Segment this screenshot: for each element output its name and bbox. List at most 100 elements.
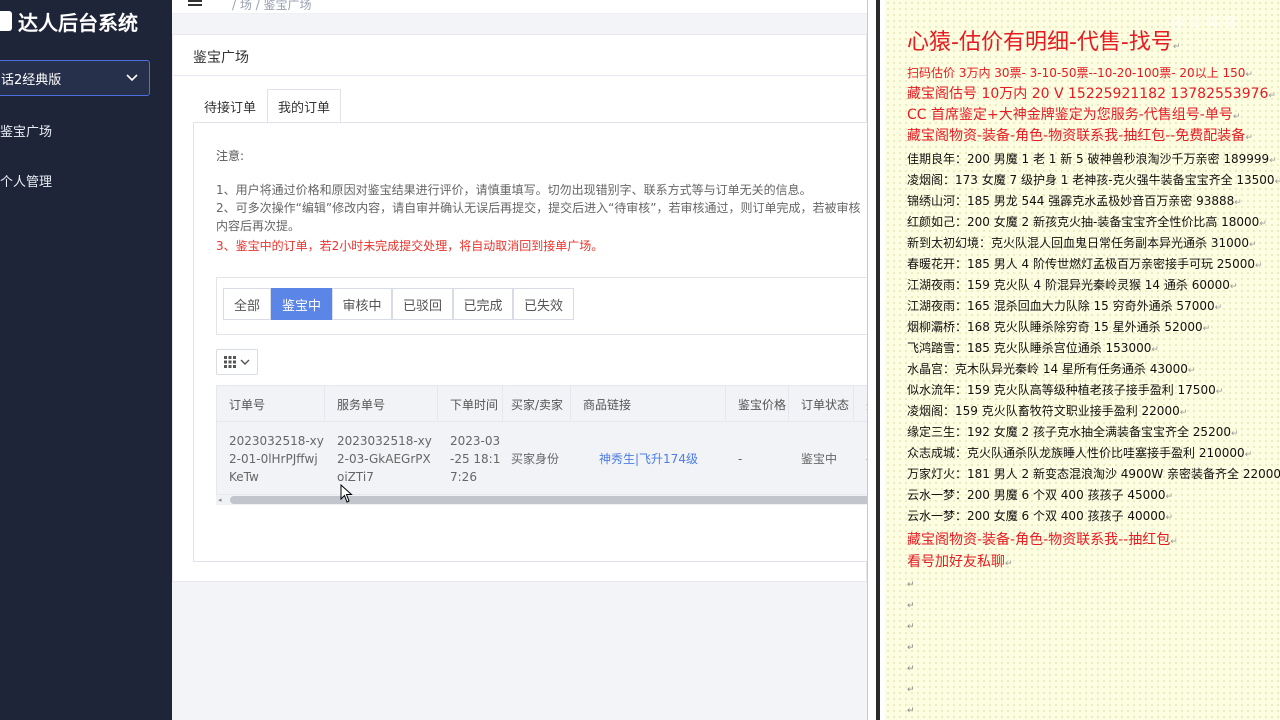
document-line: 万家灯火：181 男人 2 新变态混浪淘沙 4900W 亲密装备齐全 22000…	[907, 465, 1280, 485]
version-select[interactable]: 话2经典版	[0, 60, 150, 96]
column-header: 下单时间	[438, 386, 503, 422]
paragraph-mark-icon: ↵	[1232, 112, 1241, 122]
sidebar-item-appraisal-square[interactable]: 鉴宝广场	[0, 118, 52, 142]
paragraph-mark-icon: ↵	[1249, 240, 1257, 250]
scrollbar-thumb[interactable]	[230, 496, 867, 504]
extra-cell: -	[854, 422, 867, 494]
tab-pending-orders[interactable]: 待接订单	[193, 89, 267, 123]
divider-bar	[876, 0, 880, 720]
paragraph-mark-icon: ↵	[1254, 261, 1263, 271]
tab-label: 我的订单	[277, 100, 330, 116]
document-line-text: 锦绣山河：185 男龙 544 强霹克水孟极妙音百万亲密 93888	[907, 194, 1235, 208]
table-row[interactable]: 2023032518-xy2-01-0lHrPJffwjKeTw 2023032…	[217, 422, 867, 494]
app-brand: 达人后台系统	[0, 6, 138, 36]
breadcrumb: / 场 / 鉴宝广场	[232, 0, 312, 12]
paragraph-mark-icon: ↵	[1151, 345, 1159, 355]
sidebar-item-personal[interactable]: 个人管理	[0, 168, 52, 192]
document-line-text: 藏宝阁估号 10万内 20 V 15225921182 13782553976	[907, 86, 1269, 102]
document-line: 红颜如己：200 女魔 2 新孩克火抽-装备宝宝齐全性价比高 18000↵	[907, 213, 1267, 233]
paragraph-mark-icon: ↵	[1268, 91, 1276, 101]
window-divider	[867, 0, 885, 720]
notice-line: 内容后再次提。	[216, 219, 301, 233]
document-line-text: 江湖夜雨：165 混杀回血大力队除 15 穷奇外通杀 57000	[907, 299, 1215, 313]
page-title: 鉴宝广场	[193, 50, 249, 66]
paragraph-mark-icon: ↵	[1234, 198, 1242, 208]
document-line: 扫码估价 3万内 30票- 3-10-50票--10-20-100票- 20以上…	[907, 64, 1253, 84]
status-reviewing-button[interactable]: 审核中	[332, 288, 392, 320]
paragraph-mark-icon: ↵	[1165, 492, 1174, 502]
notice-line: 2、可多次操作“编辑”修改内容，请自审并确认无误后再提交，提交后进入“待审核”，…	[216, 201, 861, 215]
paragraph-mark-icon: ↵	[1229, 282, 1238, 292]
column-header: 商品链接	[571, 386, 726, 422]
document-line-text: 心猿-估价有明细-代售-找号	[907, 30, 1173, 55]
top-bar: / 场 / 鉴宝广场	[172, 0, 867, 14]
paragraph-mark-icon: ↵	[1170, 537, 1178, 547]
paragraph-mark-icon: ↵	[907, 706, 915, 716]
paragraph-mark-icon: ↵	[1179, 408, 1188, 418]
table-horizontal-scrollbar[interactable]: ◂	[216, 495, 867, 505]
paragraph-mark-icon: ↵	[1245, 70, 1253, 80]
menu-icon[interactable]	[188, 0, 202, 6]
paragraph-mark-icon: ↵	[1172, 42, 1181, 52]
price-cell: -	[738, 452, 743, 466]
paragraph-mark-icon: ↵	[907, 601, 915, 611]
document-line: 藏宝阁估号 10万内 20 V 15225921182 13782553976↵	[907, 85, 1276, 105]
sidebar: 达人后台系统 话2经典版 鉴宝广场 个人管理	[0, 0, 172, 720]
main-content: / 场 / 鉴宝广场 鉴宝广场 待接订单 我的订单 注意: 1、用户将通过价格和…	[172, 0, 867, 720]
document-line: 新到太初幻境：克火队混人回血鬼日常任务副本异光通杀 31000↵	[907, 234, 1257, 254]
paragraph-mark-icon: ↵	[1230, 429, 1239, 439]
document-line: 飞鸿踏雪：185 克火队睡杀宫位通杀 153000↵	[907, 339, 1159, 359]
document-line-text: 烟柳灞桥：168 克火队睡杀除穷奇 15 星外通杀 52000	[907, 320, 1203, 334]
order-number-cell: 2023032518-xy2-01-0lHrPJffwjKeTw	[229, 434, 324, 484]
logo-icon	[0, 11, 12, 31]
status-rejected-button[interactable]: 已驳回	[392, 288, 453, 320]
document-line-text: 佳期良年：200 男魔 1 老 1 新 5 破神兽秒浪淘沙千万亲密 189999	[907, 152, 1270, 166]
document-line-text: 缘定三生：192 女魔 2 孩子克水抽全满装备宝宝齐全 25200	[907, 425, 1231, 439]
document-line-text: 众志成城：克火队通杀队龙族睡人性价比哇塞接手盈利 210000	[907, 446, 1245, 460]
document-line: 锦绣山河：185 男龙 544 强霹克水孟极妙音百万亲密 93888↵	[907, 192, 1242, 212]
document-line-text: 扫码估价 3万内 30票- 3-10-50票--10-20-100票- 20以上…	[907, 66, 1246, 80]
grid-icon	[224, 356, 236, 368]
document-line: 似水流年：159 克火队高等级种植老孩子接手盈利 17500↵	[907, 381, 1223, 401]
document-line: 看号加好友私聊↵	[907, 553, 1013, 573]
tab-panel: 注意: 1、用户将通过价格和原因对鉴宝结果进行评价，请慎重填写。切勿出现错别字、…	[193, 122, 867, 562]
notice-title: 注意:	[216, 149, 245, 163]
document-line-text: 看号加好友私聊	[907, 554, 1005, 570]
document-line: 众志成城：克火队通杀队龙族睡人性价比哇塞接手盈利 210000↵	[907, 444, 1252, 464]
tab-my-orders[interactable]: 我的订单	[267, 89, 341, 123]
chevron-down-icon	[240, 359, 250, 365]
status-expired-button[interactable]: 已失效	[513, 288, 574, 320]
notice-line-warning: 3、鉴宝中的订单，若2小时未完成提交处理，将自动取消回到接单广场。	[216, 239, 604, 253]
document-line-text: 凌烟阁：173 女魔 7 级护身 1 老神孩-克火强牛装备宝宝齐全 13500	[907, 173, 1275, 187]
status-filter-bar: 全部 鉴宝中 审核中 已驳回 已完成 已失效	[216, 277, 867, 335]
paragraph-mark-icon: ↵	[907, 664, 915, 674]
divider	[173, 75, 867, 76]
column-toggle-button[interactable]	[216, 349, 258, 375]
document-line: 佳期良年：200 男魔 1 老 1 新 5 破神兽秒浪淘沙千万亲密 189999…	[907, 150, 1277, 170]
column-header: 鉴宝价格	[726, 386, 789, 422]
status-appraising-button[interactable]: 鉴宝中	[271, 288, 332, 320]
sidebar-item-label: 鉴宝广场	[0, 124, 53, 140]
paragraph-mark-icon: ↵	[1214, 303, 1223, 313]
paragraph-mark-icon: ↵	[907, 580, 915, 590]
document-line-text: 新到太初幻境：克火队混人回血鬼日常任务副本异光通杀 31000	[907, 236, 1249, 250]
document-line: 缘定三生：192 女魔 2 孩子克水抽全满装备宝宝齐全 25200↵	[907, 423, 1239, 443]
document-line-text: 红颜如己：200 女魔 2 新孩克火抽-装备宝宝齐全性价比高 18000	[907, 215, 1260, 229]
status-all-button[interactable]: 全部	[223, 288, 271, 320]
paragraph-mark-icon: ↵	[1259, 219, 1267, 229]
document-line: 烟柳灞桥：168 克火队睡杀除穷奇 15 星外通杀 52000↵	[907, 318, 1210, 338]
document-line: CC 首席鉴定+大神金牌鉴定为您服务-代售组号-单号↵	[907, 106, 1240, 126]
table-header: 订单号 服务单号 下单时间 买家/卖家 商品链接 鉴宝价格 订单状态 鉴	[217, 386, 867, 422]
paragraph-mark-icon: ↵	[907, 685, 915, 695]
document-line-text: 似水流年：159 克火队高等级种植老孩子接手盈利 17500	[907, 383, 1216, 397]
column-header: 服务单号	[325, 386, 438, 422]
tab-label: 待接订单	[203, 100, 256, 116]
scroll-left-arrow-icon[interactable]: ◂	[218, 496, 222, 504]
document-line-text: 藏宝阁物资-装备-角色-物资联系我--抽红包	[907, 532, 1171, 548]
watermark: @ 公 叫 弼	[1171, 16, 1236, 31]
paragraph-mark-icon: ↵	[1215, 387, 1224, 397]
document-line-text: 云水一梦：200 男魔 6 个双 400 孩孩子 45000	[907, 488, 1166, 502]
paragraph-mark-icon: ↵	[1187, 366, 1196, 376]
product-link[interactable]: 神秀生|飞升174级	[571, 422, 726, 494]
status-completed-button[interactable]: 已完成	[453, 288, 513, 320]
